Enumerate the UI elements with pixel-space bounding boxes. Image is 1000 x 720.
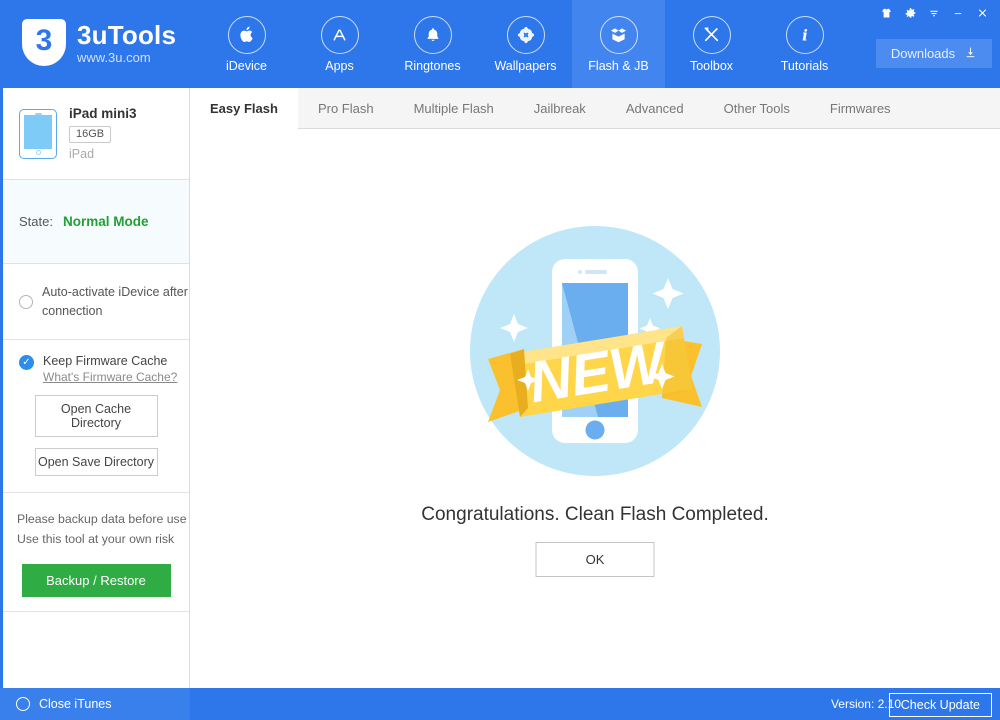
- nav-item-tutorials[interactable]: i Tutorials: [758, 0, 851, 88]
- backup-warning-line1: Please backup data before use: [17, 509, 189, 529]
- settings-gear-icon[interactable]: [898, 2, 922, 24]
- download-icon: [964, 46, 977, 62]
- subtab-advanced[interactable]: Advanced: [606, 88, 704, 128]
- nav-item-flash-and-jb[interactable]: Flash & JB: [572, 0, 665, 88]
- 3utools-window: 3 3uTools www.3u.com iDevice Apps: [0, 0, 1000, 720]
- radio-unchecked-icon[interactable]: [19, 295, 33, 309]
- subtab-other-tools[interactable]: Other Tools: [704, 88, 810, 128]
- open-save-directory-button[interactable]: Open Save Directory: [35, 448, 158, 476]
- nav-label-tutorials: Tutorials: [781, 59, 828, 73]
- keep-firmware-cache-label: Keep Firmware Cache: [43, 354, 177, 368]
- flash-subtabs: Easy Flash Pro Flash Multiple Flash Jail…: [190, 88, 1000, 129]
- checkbox-checked-icon[interactable]: ✓: [19, 355, 34, 370]
- device-card[interactable]: iPad mini3 16GB iPad: [3, 88, 189, 180]
- check-update-button[interactable]: Check Update: [889, 693, 992, 717]
- backup-warning-line2: Use this tool at your own risk: [17, 529, 189, 549]
- status-bar: Close iTunes Version: 2.10 Check Update: [0, 688, 1000, 720]
- window-controls: [874, 2, 994, 24]
- downloads-button[interactable]: Downloads: [876, 39, 992, 68]
- nav-item-wallpapers[interactable]: Wallpapers: [479, 0, 572, 88]
- nav-item-apps[interactable]: Apps: [293, 0, 386, 88]
- nav-label-toolbox: Toolbox: [690, 59, 733, 73]
- ipad-home-button: [36, 150, 41, 155]
- brand-text: 3uTools www.3u.com: [77, 22, 176, 64]
- subtab-jailbreak[interactable]: Jailbreak: [514, 88, 606, 128]
- bell-icon: [414, 16, 452, 54]
- apple-icon: [228, 16, 266, 54]
- open-cache-directory-button[interactable]: Open Cache Directory: [35, 395, 158, 437]
- backup-restore-button[interactable]: Backup / Restore: [22, 564, 171, 597]
- device-info: iPad mini3 16GB iPad: [69, 106, 137, 161]
- keep-firmware-cache-option[interactable]: ✓ Keep Firmware Cache What's Firmware Ca…: [3, 354, 189, 384]
- new-phone-badge-illustration: NEW: [470, 226, 720, 476]
- nav-label-wallpapers: Wallpapers: [494, 59, 556, 73]
- ipad-screen: [24, 115, 52, 149]
- brand: 3 3uTools www.3u.com: [22, 19, 176, 66]
- main-content: NEW Congratulations. Clean Flash Complet…: [190, 129, 1000, 688]
- close-icon[interactable]: [970, 2, 994, 24]
- device-name: iPad mini3: [69, 106, 137, 121]
- subtab-pro-flash[interactable]: Pro Flash: [298, 88, 394, 128]
- subtab-firmwares[interactable]: Firmwares: [810, 88, 911, 128]
- tools-icon: [693, 16, 731, 54]
- minimize-icon[interactable]: [946, 2, 970, 24]
- svg-text:i: i: [802, 26, 808, 44]
- radio-unchecked-icon[interactable]: [16, 697, 30, 711]
- subtab-easy-flash[interactable]: Easy Flash: [190, 88, 298, 129]
- firmware-cache-texts: Keep Firmware Cache What's Firmware Cach…: [43, 354, 177, 384]
- completion-message: Congratulations. Clean Flash Completed.: [190, 504, 1000, 526]
- state-label: State:: [19, 214, 53, 229]
- minimize-to-tray-icon[interactable]: [922, 2, 946, 24]
- info-icon: i: [786, 16, 824, 54]
- nav-item-idevice[interactable]: iDevice: [200, 0, 293, 88]
- app-title: 3uTools: [77, 22, 176, 48]
- nav-item-toolbox[interactable]: Toolbox: [665, 0, 758, 88]
- flower-icon: [507, 16, 545, 54]
- nav-label-ringtones: Ringtones: [404, 59, 460, 73]
- nav-item-ringtones[interactable]: Ringtones: [386, 0, 479, 88]
- close-itunes-toggle[interactable]: Close iTunes: [0, 688, 190, 720]
- sidebar-empty-panel: [3, 612, 189, 688]
- ok-button[interactable]: OK: [536, 542, 655, 577]
- openbox-icon: [600, 16, 638, 54]
- state-value: Normal Mode: [63, 214, 149, 229]
- nav-label-idevice: iDevice: [226, 59, 267, 73]
- downloads-label: Downloads: [891, 46, 955, 61]
- close-itunes-label: Close iTunes: [39, 697, 112, 711]
- backup-section: Please backup data before use Use this t…: [3, 493, 189, 612]
- auto-activate-option[interactable]: Auto-activate iDevice after connection: [3, 264, 189, 340]
- device-type: iPad: [69, 147, 137, 161]
- device-state-row: State: Normal Mode: [3, 180, 189, 264]
- whats-firmware-cache-link[interactable]: What's Firmware Cache?: [43, 370, 177, 384]
- app-logo-icon: 3: [22, 19, 66, 66]
- auto-activate-label: Auto-activate iDevice after connection: [42, 283, 189, 319]
- subtab-multiple-flash[interactable]: Multiple Flash: [394, 88, 514, 128]
- nav-label-flash-and-jb: Flash & JB: [588, 59, 648, 73]
- skin-icon[interactable]: [874, 2, 898, 24]
- firmware-cache-section: ✓ Keep Firmware Cache What's Firmware Ca…: [3, 340, 189, 493]
- main-navigation: iDevice Apps Ringtones: [200, 0, 851, 88]
- backup-warning: Please backup data before use Use this t…: [3, 493, 189, 550]
- device-capacity-badge: 16GB: [69, 126, 111, 143]
- appstore-icon: [321, 16, 359, 54]
- app-url: www.3u.com: [77, 51, 176, 64]
- ipad-icon: [19, 109, 57, 159]
- sidebar: iPad mini3 16GB iPad State: Normal Mode …: [0, 88, 190, 688]
- nav-label-apps: Apps: [325, 59, 354, 73]
- app-header: 3 3uTools www.3u.com iDevice Apps: [0, 0, 1000, 88]
